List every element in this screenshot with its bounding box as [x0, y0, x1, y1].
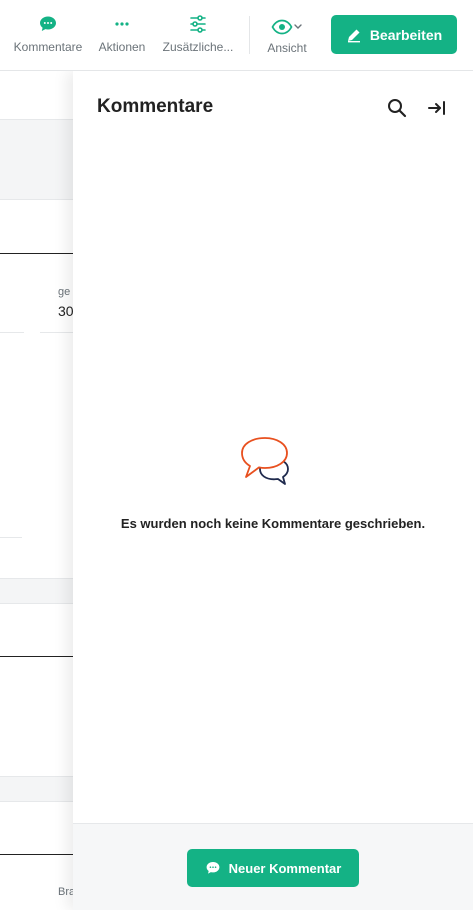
bg-section-header	[0, 119, 80, 200]
bg-section-header	[0, 776, 80, 802]
sliders-icon	[190, 15, 206, 33]
actions-tool-label: Aktionen	[98, 40, 146, 54]
panel-footer: Neuer Kommentar	[73, 823, 473, 910]
view-tool-label: Ansicht	[267, 41, 307, 55]
bg-divider	[0, 253, 80, 254]
actions-tool-button[interactable]: Aktionen	[92, 14, 152, 54]
extra-tool-button[interactable]: Zusätzliche...	[158, 14, 238, 54]
eye-chevron-icon	[271, 19, 302, 35]
comments-panel: Kommentare Es wurden noch keine Kommenta…	[73, 71, 473, 910]
comments-tool-label: Kommentare	[13, 40, 83, 54]
view-tool-button[interactable]: Ansicht	[258, 17, 316, 55]
comment-bubble-icon	[40, 16, 56, 31]
bg-field-value: 30	[58, 303, 74, 319]
bg-section-header	[0, 578, 80, 604]
more-dots-icon	[115, 22, 129, 26]
bg-input-underline	[0, 332, 24, 333]
new-comment-button[interactable]: Neuer Kommentar	[187, 849, 359, 887]
background-page: ge 30 Bra	[0, 71, 80, 910]
comment-bubble-icon	[206, 862, 220, 874]
bg-divider	[0, 656, 80, 657]
bg-field-label: ge	[58, 286, 71, 298]
search-icon[interactable]	[386, 97, 408, 119]
empty-comments-icon	[241, 437, 289, 485]
edit-button[interactable]: Bearbeiten	[331, 15, 457, 54]
panel-title: Kommentare	[97, 96, 214, 117]
bg-input-underline	[0, 537, 22, 538]
toolbar-divider	[249, 16, 250, 54]
extra-tool-label: Zusätzliche...	[162, 40, 234, 54]
collapse-panel-icon[interactable]	[426, 97, 448, 119]
edit-button-label: Bearbeiten	[369, 26, 443, 43]
pencil-icon	[347, 29, 360, 42]
top-toolbar: Kommentare Aktionen Zusätzliche... Ansic…	[0, 0, 473, 71]
bg-divider	[0, 854, 80, 855]
empty-state-message: Es wurden noch keine Kommentare geschrie…	[120, 516, 426, 531]
new-comment-label: Neuer Kommentar	[228, 860, 342, 876]
comments-tool-button[interactable]: Kommentare	[8, 14, 88, 54]
